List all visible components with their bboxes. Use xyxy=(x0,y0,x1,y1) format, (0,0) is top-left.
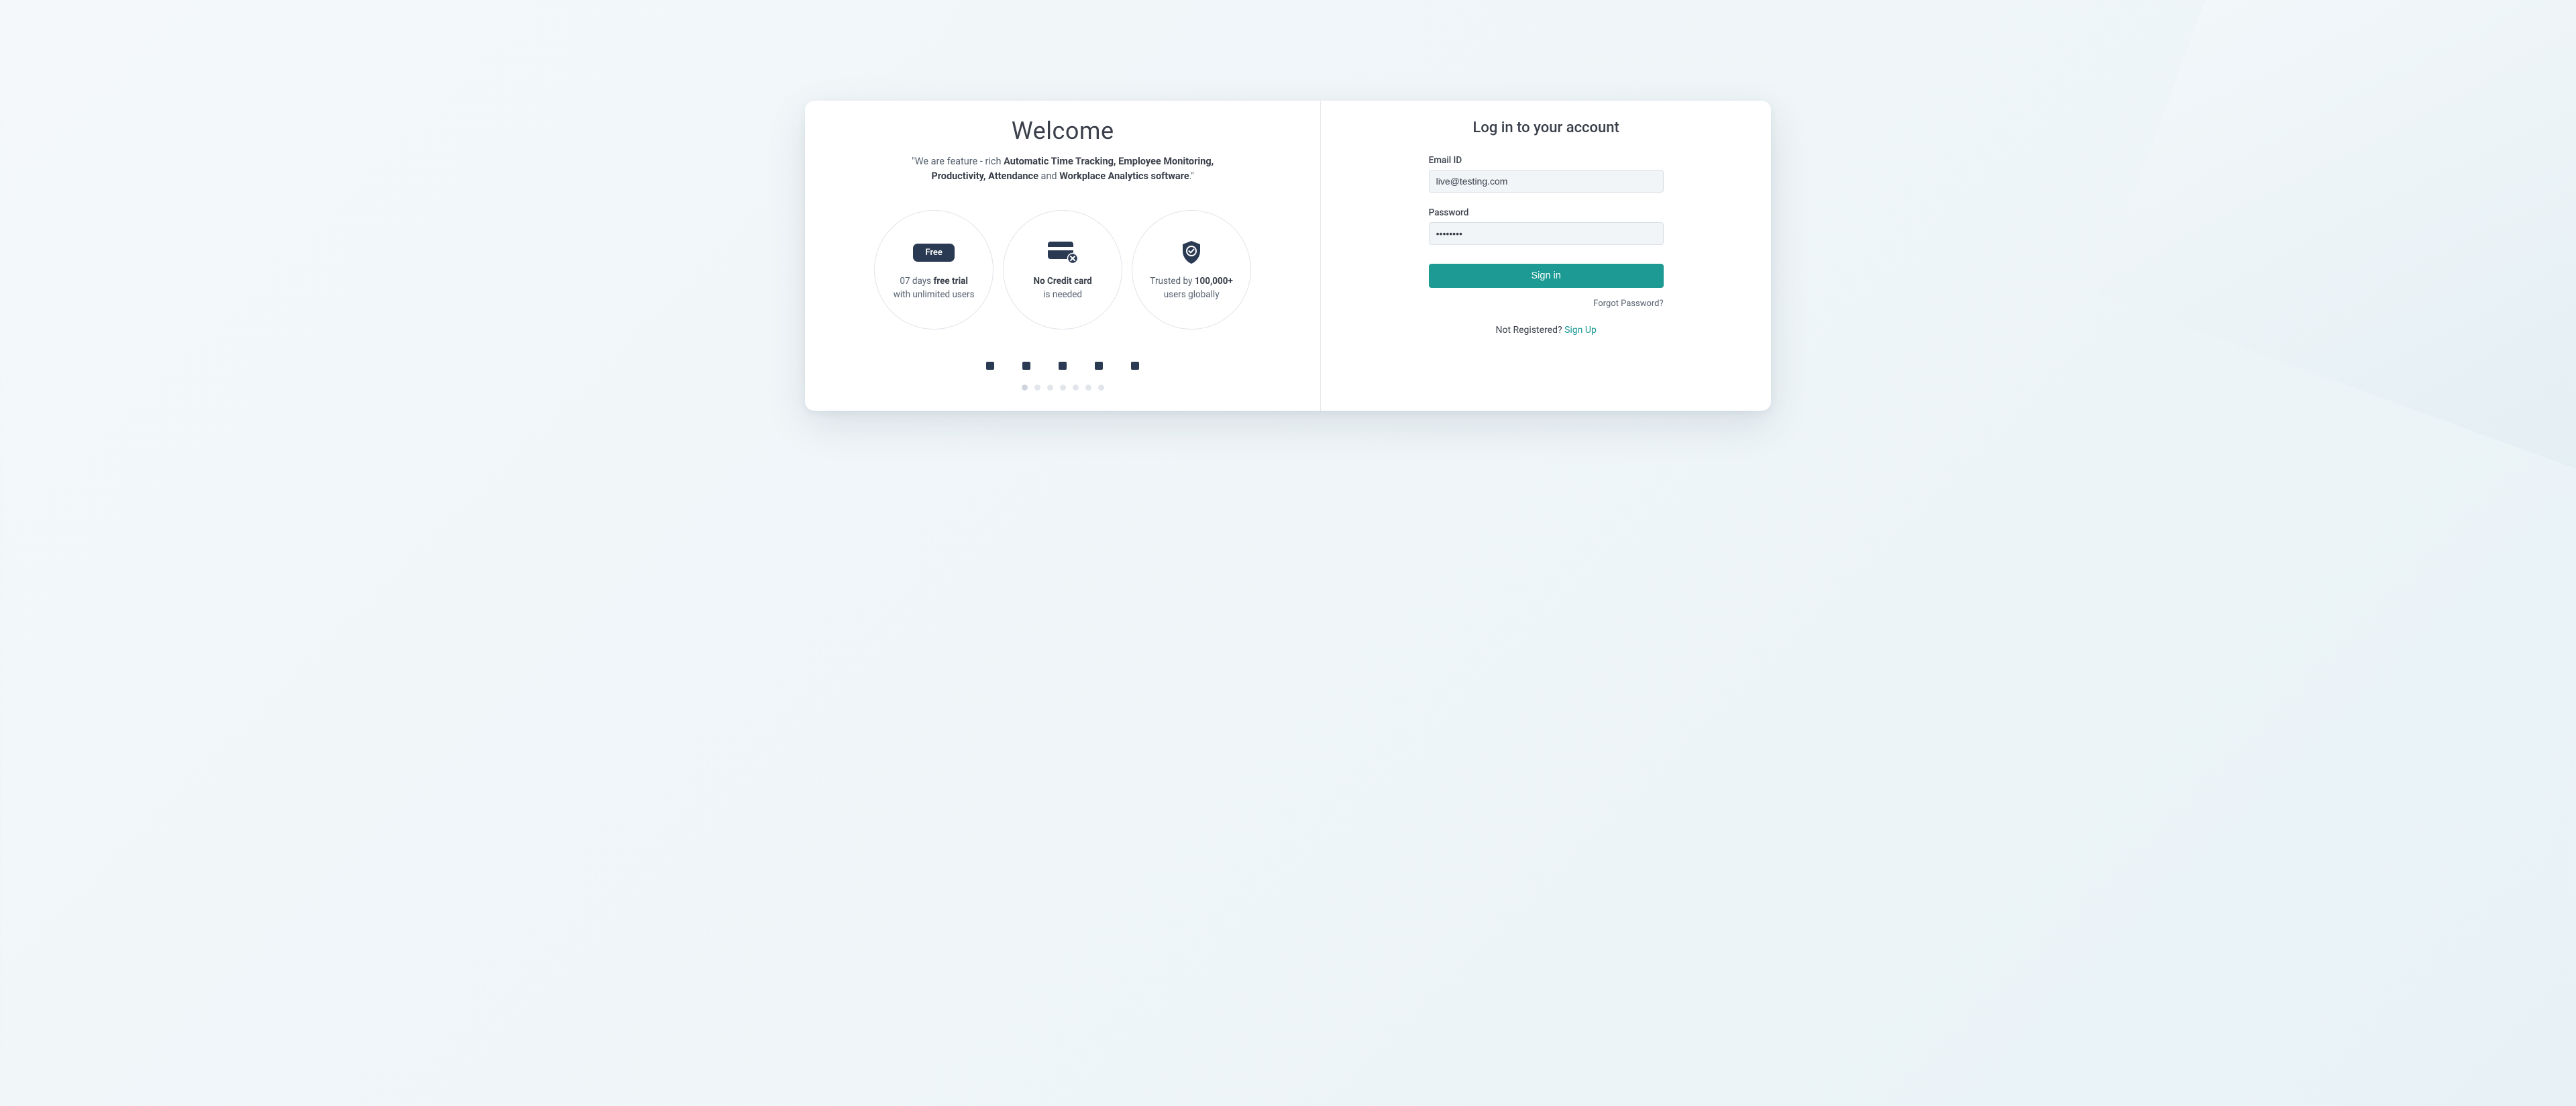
feature-circles: Free 07 days free trial with unlimited u… xyxy=(874,210,1251,330)
welcome-title: Welcome xyxy=(1012,117,1114,145)
password-label: Password xyxy=(1429,207,1664,218)
feature-1-line-2: with unlimited users xyxy=(894,289,975,302)
feature-3-line-1: Trusted by 100,000+ xyxy=(1150,275,1232,289)
tagline-mid: and xyxy=(1038,170,1059,182)
feature-no-credit-card: No Credit card is needed xyxy=(1003,210,1122,330)
tagline-bold-2: Workplace Analytics software xyxy=(1059,170,1189,182)
carousel-dot-6[interactable] xyxy=(1085,385,1091,391)
instagram-icon[interactable] xyxy=(1095,362,1103,370)
shield-check-icon xyxy=(1180,238,1203,267)
social-links xyxy=(986,362,1139,370)
signin-button[interactable]: Sign in xyxy=(1429,264,1664,288)
carousel-dot-3[interactable] xyxy=(1047,385,1053,391)
tagline-prefix: "We are feature - rich xyxy=(912,156,1004,167)
feature-free-trial: Free 07 days free trial with unlimited u… xyxy=(874,210,994,330)
email-label: Email ID xyxy=(1429,155,1664,166)
youtube-icon[interactable] xyxy=(1131,362,1139,370)
carousel-dot-4[interactable] xyxy=(1060,385,1066,391)
signup-row: Not Registered? Sign Up xyxy=(1429,325,1664,336)
auth-card: Welcome "We are feature - rich Automatic… xyxy=(805,101,1771,411)
feature-trusted: Trusted by 100,000+ users globally xyxy=(1132,210,1251,330)
forgot-row: Forgot Password? xyxy=(1429,296,1664,309)
feature-3-line-2: users globally xyxy=(1164,289,1220,302)
feature-2-line-1: No Credit card xyxy=(1034,275,1092,289)
carousel-dot-2[interactable] xyxy=(1034,385,1040,391)
feature-2-line-2: is needed xyxy=(1043,289,1082,302)
login-title: Log in to your account xyxy=(1472,119,1619,136)
email-field[interactable] xyxy=(1429,170,1664,193)
login-panel: Log in to your account Email ID Password… xyxy=(1321,101,1771,411)
linkedin-icon[interactable] xyxy=(986,362,994,370)
password-field[interactable] xyxy=(1429,222,1664,245)
feature-1-line-1: 07 days free trial xyxy=(900,275,968,289)
free-badge-label: Free xyxy=(913,244,955,262)
facebook-icon[interactable] xyxy=(1059,362,1067,370)
carousel-dot-1[interactable] xyxy=(1022,385,1028,391)
signup-link[interactable]: Sign Up xyxy=(1564,325,1597,336)
carousel-dot-7[interactable] xyxy=(1098,385,1104,391)
login-form: Email ID Password Sign in Forgot Passwor… xyxy=(1429,155,1664,336)
carousel-dots xyxy=(1022,385,1104,391)
carousel-dot-5[interactable] xyxy=(1073,385,1079,391)
welcome-panel: Welcome "We are feature - rich Automatic… xyxy=(805,101,1321,411)
tagline-suffix: ." xyxy=(1189,170,1194,182)
twitter-icon[interactable] xyxy=(1022,362,1030,370)
forgot-password-link[interactable]: Forgot Password? xyxy=(1593,299,1664,309)
welcome-tagline: "We are feature - rich Automatic Time Tr… xyxy=(888,154,1237,185)
free-badge-icon: Free xyxy=(913,238,955,267)
credit-card-x-icon xyxy=(1047,238,1078,267)
not-registered-text: Not Registered? xyxy=(1495,325,1564,336)
